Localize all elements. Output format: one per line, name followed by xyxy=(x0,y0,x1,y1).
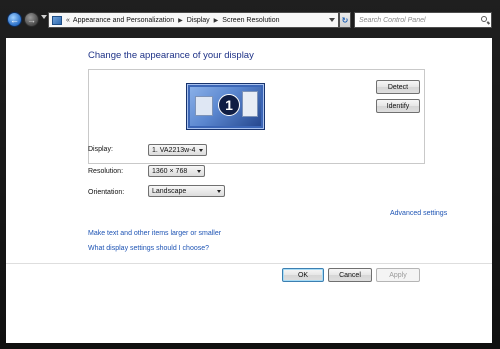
page-title: Change the appearance of your display xyxy=(88,50,254,61)
display-label: Display: xyxy=(88,146,113,153)
toolbar: ← → « Appearance and Personalization ▶ D… xyxy=(0,0,500,38)
window-preview xyxy=(195,96,213,116)
monitor-arrangement-panel: 1 Detect Identify xyxy=(88,69,425,164)
resolution-value: 1360 × 768 xyxy=(152,167,188,175)
breadcrumb-display[interactable]: Display xyxy=(187,17,210,24)
back-arrow-icon: ← xyxy=(10,14,19,25)
display-dropdown[interactable]: 1. VA2213w-4 xyxy=(148,144,207,156)
address-dropdown-icon[interactable] xyxy=(329,18,335,22)
chevron-down-icon xyxy=(199,149,203,152)
chevron-right-icon[interactable]: ▶ xyxy=(178,17,183,24)
search-box[interactable]: Search Control Panel xyxy=(354,12,492,28)
breadcrumb-appearance[interactable]: Appearance and Personalization xyxy=(73,17,174,24)
monitor-screen-preview: 1 xyxy=(190,87,261,126)
monitor-number-badge: 1 xyxy=(218,94,240,116)
divider xyxy=(6,263,492,264)
address-bar[interactable]: « Appearance and Personalization ▶ Displ… xyxy=(48,12,339,28)
window-frame: ← → « Appearance and Personalization ▶ D… xyxy=(0,0,500,349)
control-panel-icon xyxy=(52,15,62,25)
advanced-settings-link[interactable]: Advanced settings xyxy=(390,210,447,217)
resolution-dropdown[interactable]: 1360 × 768 xyxy=(148,165,205,177)
detect-button[interactable]: Detect xyxy=(376,80,420,94)
refresh-icon: ↻ xyxy=(341,15,349,25)
content-pane: Change the appearance of your display 1 … xyxy=(6,38,492,343)
resolution-label: Resolution: xyxy=(88,168,124,175)
text-size-link[interactable]: Make text and other items larger or smal… xyxy=(88,230,221,237)
orientation-value: Landscape xyxy=(152,187,187,195)
identify-button[interactable]: Identify xyxy=(376,99,420,113)
chevron-right-icon[interactable]: ▶ xyxy=(214,17,219,24)
chevron-down-icon xyxy=(217,190,221,193)
display-value: 1. VA2213w-4 xyxy=(152,146,196,154)
apply-button[interactable]: Apply xyxy=(376,268,420,282)
breadcrumb-screen-resolution[interactable]: Screen Resolution xyxy=(222,17,279,24)
display-settings-help-link[interactable]: What display settings should I choose? xyxy=(88,245,209,252)
chevron-double-icon[interactable]: « xyxy=(66,17,70,24)
monitor-thumbnail[interactable]: 1 xyxy=(186,83,265,130)
refresh-button[interactable]: ↻ xyxy=(339,12,351,28)
cancel-button[interactable]: Cancel xyxy=(328,268,372,282)
search-icon[interactable] xyxy=(481,16,487,22)
window-preview xyxy=(242,91,258,117)
orientation-label: Orientation: xyxy=(88,189,125,196)
chevron-down-icon xyxy=(197,170,201,173)
recent-pages-dropdown-icon[interactable] xyxy=(41,15,47,19)
forward-arrow-icon: → xyxy=(27,14,36,25)
search-placeholder: Search Control Panel xyxy=(359,16,426,24)
ok-button[interactable]: OK xyxy=(282,268,324,282)
forward-button[interactable]: → xyxy=(24,12,39,27)
back-button[interactable]: ← xyxy=(7,12,22,27)
orientation-dropdown[interactable]: Landscape xyxy=(148,185,225,197)
